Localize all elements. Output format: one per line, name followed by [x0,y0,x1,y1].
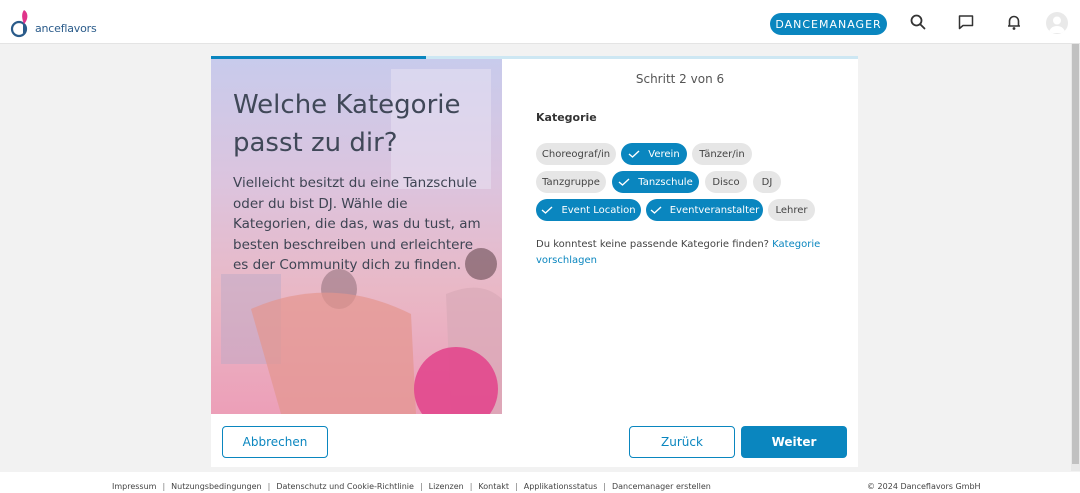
chip-tanzschule[interactable]: Tanzschule [612,171,699,193]
chip-label: Tanzschule [638,176,693,188]
footer-link-kontakt[interactable]: Kontakt [478,482,509,491]
chip-dj[interactable]: DJ [753,171,781,193]
footer-link-lizenzen[interactable]: Lizenzen [429,482,464,491]
chip-label: Verein [648,148,680,160]
chat-icon[interactable] [957,13,975,31]
page-scrollbar-thumb[interactable] [1072,44,1079,464]
separator: | [515,482,518,491]
chip-disco[interactable]: Disco [705,171,747,193]
footer-link-datenschutz[interactable]: Datenschutz und Cookie-Richtlinie [276,482,414,491]
chip-label: Lehrer [775,204,808,216]
chip-label: Choreograf/in [541,148,611,160]
chip-verein[interactable]: Verein [621,143,687,165]
logo-mark-icon [10,10,28,38]
footer-link-nutzungsbedingungen[interactable]: Nutzungsbedingungen [171,482,261,491]
separator: | [419,482,423,491]
hero-image-panel: Welche Kategorie passt zu dir? Vielleich… [211,59,502,414]
chip-eventveranstalter[interactable]: Eventveranstalter [646,199,763,221]
chip-label: Disco [712,176,740,188]
bell-icon[interactable] [1005,13,1023,31]
check-icon [650,206,662,214]
footer-links: Impressum | Nutzungsbedingungen | Datenschut… [112,482,711,491]
footer-link-dancemanager-erstellen[interactable]: Dancemanager erstellen [612,482,711,491]
copyright-text: © 2024 Danceflavors GmbH [867,482,981,491]
chip-label: Tänzer/in [699,148,745,160]
check-icon [628,150,640,158]
chip-label: DJ [761,176,773,188]
chip-event-location[interactable]: Event Location [536,199,641,221]
onboarding-card: Welche Kategorie passt zu dir? Vielleich… [211,56,858,467]
danceflavors-logo[interactable]: anceflavors [10,7,97,39]
hero-description: Vielleicht besitzt du eine Tanzschule od… [233,175,481,273]
next-button[interactable]: Weiter [741,426,847,458]
logo-text: anceflavors [35,21,97,35]
separator: | [603,482,606,491]
chip-choreograf-in[interactable]: Choreograf/in [536,143,616,165]
chip-taenzer-in[interactable]: Tänzer/in [692,143,752,165]
user-icon [1049,16,1065,33]
user-avatar[interactable] [1046,12,1068,34]
top-navigation-bar: anceflavors DANCEMANAGER [0,0,1080,44]
separator: | [267,482,271,491]
dancemanager-button[interactable]: DANCEMANAGER [770,13,887,35]
separator: | [162,482,166,491]
hero-title: Welche Kategorie passt zu dir? [233,90,461,158]
chip-lehrer[interactable]: Lehrer [768,199,815,221]
chip-label: Event Location [561,204,636,216]
step-indicator: Schritt 2 von 6 [635,72,725,86]
footer-link-applikationsstatus[interactable]: Applikationsstatus [524,482,598,491]
check-icon [541,206,553,214]
chip-tanzgruppe[interactable]: Tanzgruppe [536,171,606,193]
page-footer: Impressum | Nutzungsbedingungen | Datenschut… [0,472,1080,493]
back-button[interactable]: Zurück [629,426,735,458]
check-icon [618,178,630,186]
category-form: Schritt 2 von 6 Kategorie Choreograf/in … [502,59,858,414]
footer-link-impressum[interactable]: Impressum [112,482,156,491]
hint-text: Du konntest keine passende Kategorie fin… [536,239,769,250]
suggest-category-hint: Du konntest keine passende Kategorie fin… [536,237,836,268]
category-label: Kategorie [536,111,597,124]
cancel-button[interactable]: Abbrechen [222,426,328,458]
chip-label: Eventveranstalter [669,204,760,216]
separator: | [469,482,473,491]
chip-label: Tanzgruppe [542,176,600,188]
search-icon[interactable] [909,13,927,31]
